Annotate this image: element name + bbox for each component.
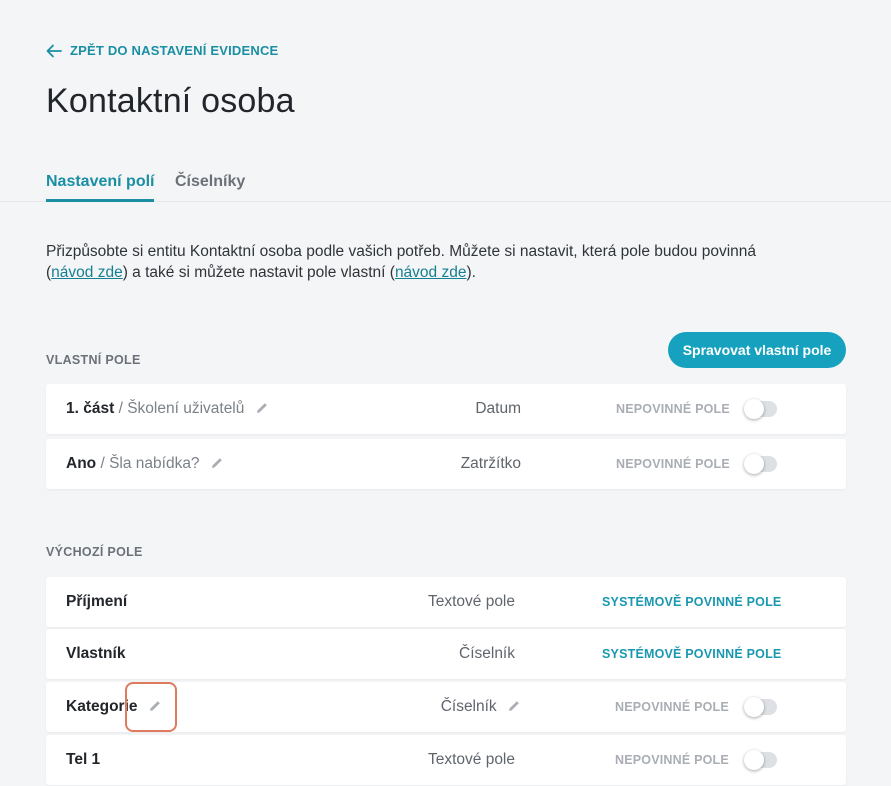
field-type: Zatržítko bbox=[460, 455, 521, 472]
field-type-label: Číselník bbox=[440, 698, 497, 715]
table-row: Příjmení Textové pole SYSTÉMOVĚ POVINNÉ … bbox=[46, 577, 846, 627]
field-name: Tel 1 bbox=[66, 751, 101, 768]
field-subtitle: / Školení uživatelů bbox=[118, 400, 245, 417]
pencil-icon[interactable] bbox=[210, 456, 224, 470]
status-badge: NEPOVINNÉ POLE bbox=[616, 402, 730, 416]
status-badge: SYSTÉMOVĚ POVINNÉ POLE bbox=[602, 595, 782, 609]
field-name-label: 1. část bbox=[66, 400, 115, 417]
toggle-knob bbox=[744, 454, 764, 474]
status-badge: NEPOVINNÉ POLE bbox=[615, 700, 729, 714]
required-toggle[interactable] bbox=[744, 750, 777, 770]
field-name-label: Ano bbox=[66, 455, 97, 472]
status-badge: SYSTÉMOVĚ POVINNÉ POLE bbox=[602, 647, 782, 661]
pencil-icon[interactable] bbox=[255, 401, 269, 415]
pencil-icon[interactable] bbox=[507, 699, 521, 713]
tab-field-settings[interactable]: Nastavení polí bbox=[46, 173, 155, 202]
field-type: Číselník bbox=[459, 645, 515, 662]
status-badge: NEPOVINNÉ POLE bbox=[616, 457, 730, 471]
tab-codelists[interactable]: Číselníky bbox=[175, 173, 245, 202]
toggle-knob bbox=[744, 399, 764, 419]
manage-custom-fields-button[interactable]: Spravovat vlastní pole bbox=[668, 332, 846, 368]
field-type: Číselník bbox=[441, 698, 521, 716]
status-badge: NEPOVINNÉ POLE bbox=[615, 753, 729, 767]
toggle-knob bbox=[744, 697, 764, 717]
table-row: Tel 1 Textové pole NEPOVINNÉ POLE bbox=[46, 735, 846, 785]
field-name: Příjmení bbox=[66, 593, 128, 610]
field-subtitle: / Šla nabídka? bbox=[100, 455, 200, 472]
intro-text-part: ) a také si můžete nastavit pole vlastní… bbox=[122, 264, 395, 281]
required-toggle[interactable] bbox=[744, 697, 777, 717]
intro-text: Přizpůsobte si entitu Kontaktní osoba po… bbox=[46, 241, 766, 283]
toggle-knob bbox=[744, 750, 764, 770]
highlight-box bbox=[125, 682, 177, 732]
required-toggle[interactable] bbox=[744, 454, 777, 474]
back-link-label: ZPĚT DO NASTAVENÍ EVIDENCE bbox=[70, 43, 279, 58]
table-row: Ano / Šla nabídka? Zatržítko NEPOVINNÉ P… bbox=[46, 439, 846, 489]
intro-text-part: ). bbox=[466, 264, 476, 281]
field-name: Ano / Šla nabídka? bbox=[66, 455, 224, 473]
field-name: Vlastník bbox=[66, 645, 126, 662]
section-label-custom: VLASTNÍ POLE bbox=[46, 353, 141, 367]
field-type: Textové pole bbox=[427, 751, 515, 768]
arrow-left-icon bbox=[46, 44, 62, 57]
table-row: Vlastník Číselník SYSTÉMOVĚ POVINNÉ POLE bbox=[46, 629, 846, 679]
page-title: Kontaktní osoba bbox=[46, 82, 295, 120]
table-row: 1. část / Školení uživatelů Datum NEPOVI… bbox=[46, 384, 846, 434]
guide-link-custom[interactable]: návod zde bbox=[395, 264, 467, 281]
field-name: 1. část / Školení uživatelů bbox=[66, 400, 269, 418]
field-type: Textové pole bbox=[427, 593, 515, 610]
guide-link-required[interactable]: návod zde bbox=[51, 264, 123, 281]
section-label-default: VÝCHOZÍ POLE bbox=[46, 545, 143, 559]
required-toggle[interactable] bbox=[744, 399, 777, 419]
back-link[interactable]: ZPĚT DO NASTAVENÍ EVIDENCE bbox=[46, 43, 278, 58]
tab-bar: Nastavení polí Číselníky bbox=[0, 168, 891, 202]
field-type: Datum bbox=[475, 400, 521, 417]
